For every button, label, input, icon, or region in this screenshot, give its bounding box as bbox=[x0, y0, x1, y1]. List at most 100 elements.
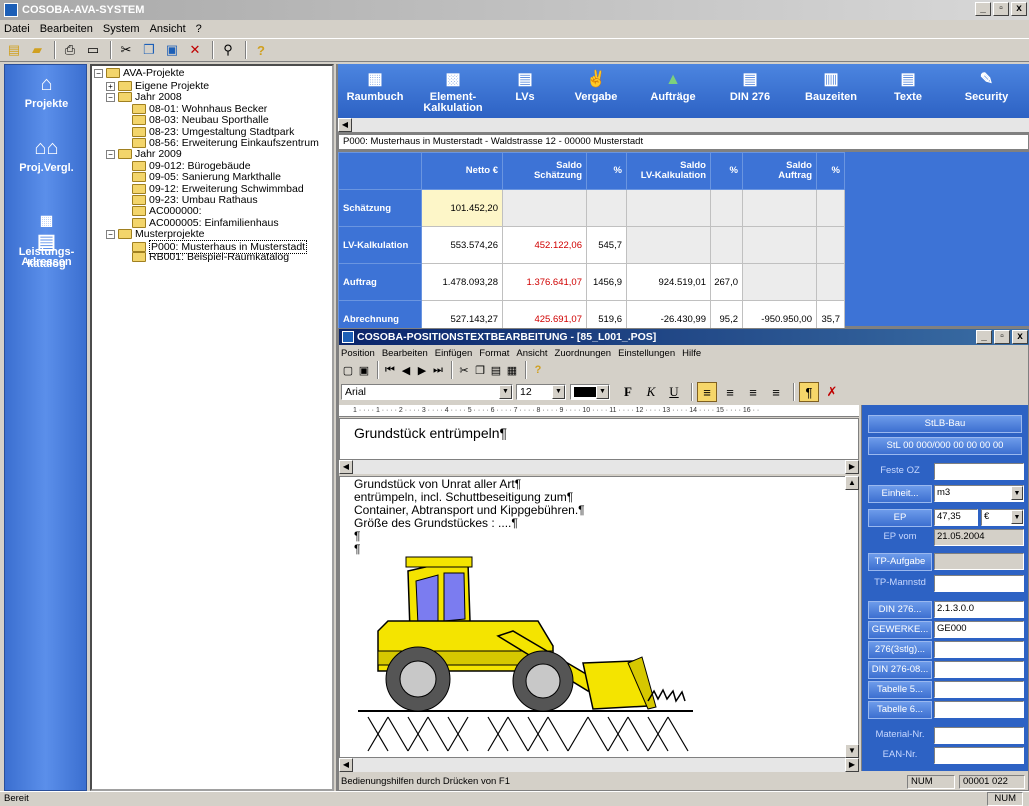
tab-security[interactable]: ✎ Security bbox=[944, 64, 1029, 118]
ean-nr-field[interactable] bbox=[934, 747, 1024, 764]
font-select[interactable]: Arial ▼ bbox=[341, 384, 513, 400]
italic-icon[interactable]: K bbox=[641, 382, 661, 402]
tabelle6-field[interactable] bbox=[934, 701, 1024, 718]
minimize-button[interactable]: _ bbox=[975, 2, 991, 16]
save-icon[interactable]: ▣ bbox=[357, 363, 371, 377]
tree-root[interactable]: − AVA-Projekte bbox=[94, 67, 184, 79]
cut-icon[interactable]: ✂ bbox=[116, 40, 136, 60]
tab-lvs[interactable]: ▤ LVs bbox=[494, 64, 556, 118]
scroll-up-arrow-icon[interactable]: ▲ bbox=[845, 476, 859, 490]
expand-icon[interactable]: + bbox=[106, 81, 115, 91]
din276-field[interactable]: 2.1.3.0.0 bbox=[934, 601, 1024, 618]
tree-group[interactable]: + Eigene Projekte bbox=[106, 80, 209, 92]
collapse-icon[interactable]: − bbox=[106, 149, 115, 159]
prev-record-icon[interactable]: ◀ bbox=[399, 363, 413, 377]
tab-din276[interactable]: ▤ DIN 276 bbox=[710, 64, 790, 118]
tree-group[interactable]: − Jahr 2008 bbox=[106, 91, 182, 103]
ep-button[interactable]: EP bbox=[868, 509, 932, 527]
din276-button[interactable]: DIN 276... bbox=[868, 601, 932, 619]
font-size-select[interactable]: 12 ▼ bbox=[516, 384, 566, 400]
copy-icon[interactable]: ❐ bbox=[139, 40, 159, 60]
tree-item[interactable]: RB001: Beispiel-Raumkatalog bbox=[132, 251, 289, 263]
scroll-right-arrow-icon[interactable]: ▶ bbox=[845, 758, 859, 772]
new-icon[interactable]: ▤ bbox=[4, 40, 24, 60]
einheit-button[interactable]: Einheit... bbox=[868, 485, 932, 503]
tree-item[interactable]: 09-12: Erweiterung Schwimmbad bbox=[132, 183, 304, 195]
close-button[interactable]: x bbox=[1011, 2, 1027, 16]
tab-vergabe[interactable]: ✌ Vergabe bbox=[556, 64, 636, 118]
print-icon[interactable]: ⎙ bbox=[60, 40, 80, 60]
menu-system[interactable]: System bbox=[103, 23, 140, 35]
gewerke-field[interactable]: GE000 bbox=[934, 621, 1024, 638]
bold-icon[interactable]: F bbox=[618, 382, 638, 402]
tree-item[interactable]: 08-03: Neubau Sporthalle bbox=[132, 114, 269, 126]
menu-format[interactable]: Format bbox=[479, 348, 509, 359]
chevron-down-icon[interactable]: ▼ bbox=[499, 385, 512, 399]
paragraph-marks-icon[interactable]: ¶ bbox=[799, 382, 819, 402]
maximize-button[interactable]: ▫ bbox=[993, 2, 1009, 16]
menu-position[interactable]: Position bbox=[341, 348, 375, 359]
tab-element-kalkulation[interactable]: ▩ Element- Kalkulation bbox=[412, 64, 494, 118]
din276-3stlg-field[interactable] bbox=[934, 641, 1024, 658]
long-text-scrollbar[interactable]: ◀ ▶ bbox=[339, 758, 859, 772]
chevron-down-icon[interactable]: ▼ bbox=[596, 385, 609, 399]
ep-field[interactable]: 47,35 bbox=[934, 509, 978, 526]
din276-3stlg-button[interactable]: 276(3stlg)... bbox=[868, 641, 932, 659]
close-button[interactable]: x bbox=[1012, 330, 1028, 344]
feste-oz-field[interactable] bbox=[934, 463, 1024, 480]
collapse-icon[interactable]: − bbox=[94, 68, 103, 78]
minimize-button[interactable]: _ bbox=[976, 330, 992, 344]
next-record-icon[interactable]: ▶ bbox=[415, 363, 429, 377]
clear-format-icon[interactable]: ✗ bbox=[822, 382, 842, 402]
table-icon[interactable]: ▦ bbox=[505, 363, 519, 377]
paste-icon[interactable]: ▣ bbox=[162, 40, 182, 60]
tree-item[interactable]: 09-05: Sanierung Markthalle bbox=[132, 171, 281, 183]
color-select[interactable]: ▼ bbox=[570, 384, 610, 400]
tab-raumbuch[interactable]: ▦ Raumbuch bbox=[338, 64, 412, 118]
scroll-right-arrow-icon[interactable]: ▶ bbox=[845, 460, 859, 474]
stlb-bau-header[interactable]: StLB-Bau bbox=[868, 415, 1022, 433]
menu-bearbeiten[interactable]: Bearbeiten bbox=[40, 23, 93, 35]
help-icon[interactable]: ? bbox=[531, 363, 545, 377]
tab-bauzeiten[interactable]: ▥ Bauzeiten bbox=[790, 64, 872, 118]
tabelle5-field[interactable] bbox=[934, 681, 1024, 698]
long-text-editor[interactable]: Grundstück von Unrat aller Art¶ entrümpe… bbox=[339, 476, 859, 758]
tab-scrollbar[interactable]: ◀ bbox=[338, 118, 1029, 132]
tp-aufgabe-button[interactable]: TP-Aufgabe bbox=[868, 553, 932, 571]
menu-bearbeiten[interactable]: Bearbeiten bbox=[382, 348, 428, 359]
tabelle6-button[interactable]: Tabelle 6... bbox=[868, 701, 932, 719]
align-left-icon[interactable]: ≡ bbox=[697, 382, 717, 402]
menu-ansicht[interactable]: Ansicht bbox=[516, 348, 547, 359]
cut-icon[interactable]: ✂ bbox=[457, 363, 471, 377]
first-record-icon[interactable]: ⏮ bbox=[383, 363, 397, 377]
align-justify-icon[interactable]: ≡ bbox=[766, 382, 786, 402]
gewerke-button[interactable]: GEWERKE... bbox=[868, 621, 932, 639]
tree-item[interactable]: 08-01: Wohnhaus Becker bbox=[132, 103, 267, 115]
nav-proj-vergl[interactable]: ⌂⌂ Proj.Vergl. bbox=[5, 137, 88, 174]
menu-ansicht[interactable]: Ansicht bbox=[150, 23, 186, 35]
menu-einstellungen[interactable]: Einstellungen bbox=[618, 348, 675, 359]
maximize-button[interactable]: ▫ bbox=[994, 330, 1010, 344]
material-nr-field[interactable] bbox=[934, 727, 1024, 744]
last-record-icon[interactable]: ⏭ bbox=[431, 363, 445, 377]
tree-item[interactable]: 09-23: Umbau Rathaus bbox=[132, 194, 258, 206]
tab-texte[interactable]: ▤ Texte bbox=[872, 64, 944, 118]
menu-einfuegen[interactable]: Einfügen bbox=[435, 348, 473, 359]
find-icon[interactable]: ⚲ bbox=[218, 40, 238, 60]
tree-item[interactable]: AC000005: Einfamilienhaus bbox=[132, 217, 279, 229]
tree-item[interactable]: 08-23: Umgestaltung Stadtpark bbox=[132, 126, 294, 138]
short-text-scrollbar[interactable]: ◀ ▶ bbox=[339, 460, 859, 474]
delete-icon[interactable]: ✕ bbox=[185, 40, 205, 60]
tree-group[interactable]: − Jahr 2009 bbox=[106, 148, 182, 160]
open-icon[interactable]: ▰ bbox=[27, 40, 47, 60]
copy-icon[interactable]: ❐ bbox=[473, 363, 487, 377]
din276-08-button[interactable]: DIN 276-08... bbox=[868, 661, 932, 679]
collapse-icon[interactable]: − bbox=[106, 229, 115, 239]
align-right-icon[interactable]: ≡ bbox=[743, 382, 763, 402]
collapse-icon[interactable]: − bbox=[106, 92, 115, 102]
din276-08-field[interactable] bbox=[934, 661, 1024, 678]
scroll-left-arrow-icon[interactable]: ◀ bbox=[339, 460, 353, 474]
tp-mannstd-field[interactable] bbox=[934, 575, 1024, 592]
scroll-left-arrow-icon[interactable]: ◀ bbox=[339, 758, 353, 772]
currency-select[interactable]: € ▼ bbox=[981, 509, 1024, 526]
